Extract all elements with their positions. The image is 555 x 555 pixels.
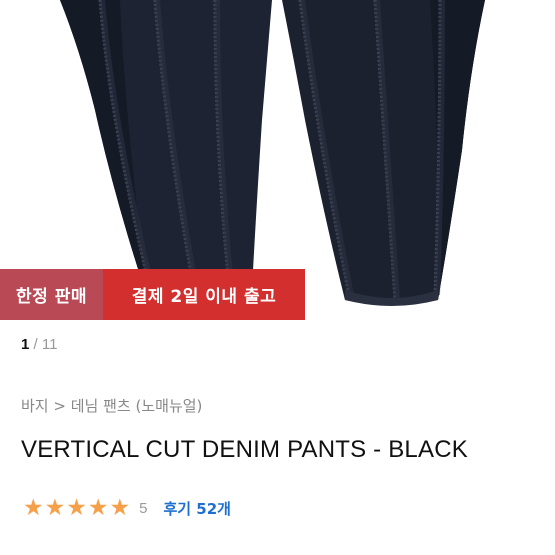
rating-score: 5 xyxy=(139,500,148,517)
rating-stars: ★ ★ ★ ★ ★ xyxy=(23,497,131,520)
pager-separator: / xyxy=(33,336,38,353)
star-icon: ★ xyxy=(23,495,44,521)
pager-current: 1 xyxy=(21,336,30,353)
breadcrumb-subcategory[interactable]: 데님 팬츠 (노매뉴얼) xyxy=(71,397,203,415)
pager-total: 11 xyxy=(41,336,58,353)
promo-badges: 한정 판매 결제 2일 이내 출고 xyxy=(0,269,305,320)
limited-sale-badge: 한정 판매 xyxy=(0,269,103,320)
breadcrumb: 바지 > 데님 팬츠 (노매뉴얼) xyxy=(21,395,202,416)
rating-row: ★ ★ ★ ★ ★ 5 후기 52개 xyxy=(23,497,231,520)
star-icon: ★ xyxy=(44,495,66,521)
image-pager: 1 / 11 xyxy=(21,336,57,353)
reviews-link[interactable]: 후기 52개 xyxy=(163,498,231,519)
star-icon: ★ xyxy=(87,495,109,521)
product-title: VERTICAL CUT DENIM PANTS - BLACK xyxy=(21,436,468,463)
breadcrumb-separator: > xyxy=(53,397,66,415)
shipping-badge: 결제 2일 이내 출고 xyxy=(103,269,305,320)
star-icon: ★ xyxy=(109,495,131,521)
star-icon: ★ xyxy=(66,495,87,521)
breadcrumb-category[interactable]: 바지 xyxy=(21,397,49,415)
